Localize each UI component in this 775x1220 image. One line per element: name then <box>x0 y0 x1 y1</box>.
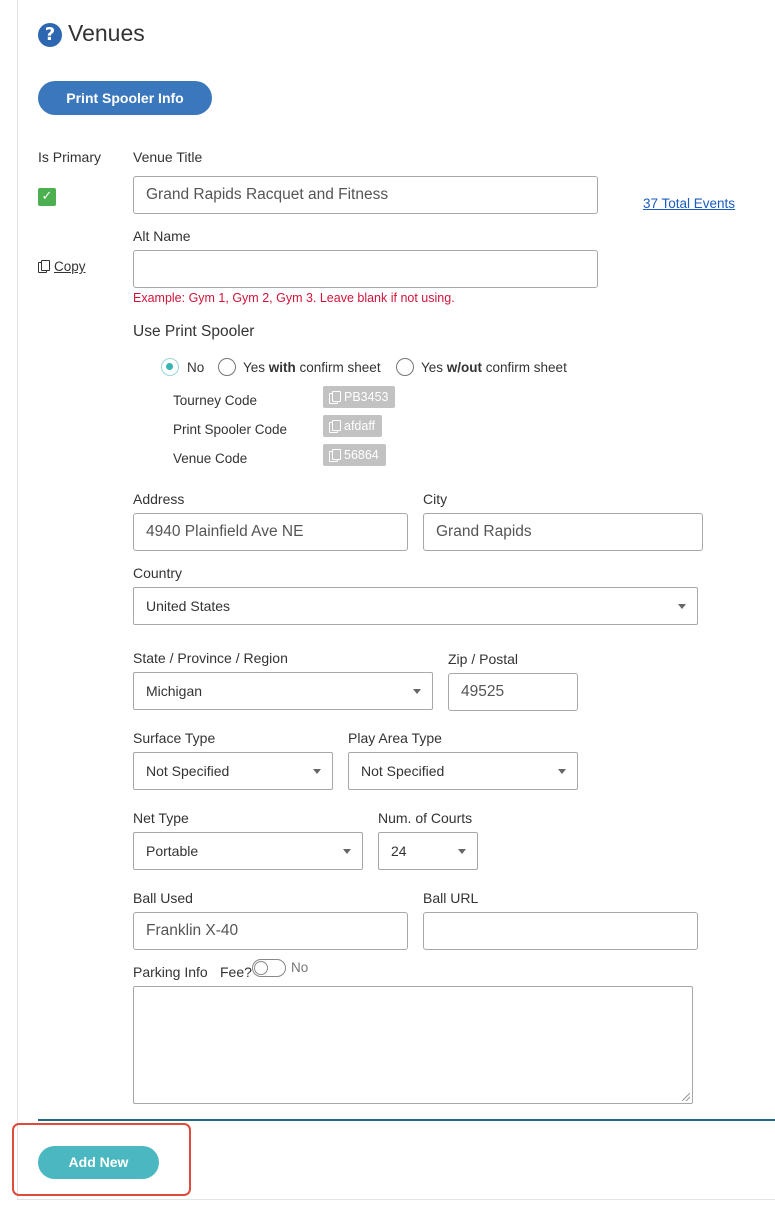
page-title: Venues <box>68 20 145 46</box>
section-divider <box>38 1119 775 1121</box>
print-spooler-heading: Use Print Spooler <box>133 323 255 340</box>
is-primary-checkbox[interactable]: ✓ <box>38 188 56 206</box>
chevron-down-icon <box>313 769 321 774</box>
surface-type-value: Not Specified <box>146 763 230 779</box>
venue-code-label: Venue Code <box>173 451 248 466</box>
play-area-type-select[interactable]: Not Specified <box>348 752 578 790</box>
chevron-down-icon <box>558 769 566 774</box>
alt-name-label: Alt Name <box>133 228 191 244</box>
state-select[interactable]: Michigan <box>133 672 433 710</box>
parking-info-label: Parking Info <box>133 964 208 980</box>
tourney-code-label: Tourney Code <box>173 393 258 408</box>
chevron-down-icon <box>678 604 686 609</box>
ball-url-input[interactable] <box>423 912 698 950</box>
radio-spooler-no[interactable] <box>161 358 179 376</box>
print-spooler-info-button[interactable]: Print Spooler Info <box>38 81 212 115</box>
net-type-select[interactable]: Portable <box>133 832 363 870</box>
chevron-down-icon <box>343 849 351 854</box>
question-circle-icon[interactable]: ? <box>38 23 62 47</box>
alt-name-hint: Example: Gym 1, Gym 2, Gym 3. Leave blan… <box>133 291 455 305</box>
num-courts-select[interactable]: 24 <box>378 832 478 870</box>
zip-input[interactable]: 49525 <box>448 673 578 711</box>
is-primary-label: Is Primary <box>38 149 101 165</box>
copy-label: Copy <box>54 259 86 274</box>
chevron-down-icon <box>458 849 466 854</box>
radio-spooler-without-confirm[interactable] <box>396 358 414 376</box>
city-label: City <box>423 491 448 507</box>
fee-state-label: No <box>291 960 309 975</box>
state-select-value: Michigan <box>146 683 203 699</box>
fee-label: Fee? <box>220 964 252 980</box>
venue-title-label: Venue Title <box>133 149 203 165</box>
country-select[interactable]: United States <box>133 587 698 625</box>
surface-type-label: Surface Type <box>133 730 216 746</box>
copy-icon <box>38 260 50 273</box>
copy-icon <box>329 390 341 404</box>
num-courts-label: Num. of Courts <box>378 810 473 826</box>
copy-icon <box>329 448 341 462</box>
venue-title-input[interactable]: Grand Rapids Racquet and Fitness <box>133 176 598 214</box>
country-select-value: United States <box>146 598 231 614</box>
fee-toggle[interactable] <box>252 959 286 977</box>
address-input[interactable]: 4940 Plainfield Ave NE <box>133 513 408 551</box>
ball-used-input[interactable]: Franklin X-40 <box>133 912 408 950</box>
page-bottom-border <box>17 1199 775 1200</box>
copy-icon <box>329 419 341 433</box>
play-area-type-value: Not Specified <box>361 763 445 779</box>
net-type-value: Portable <box>146 843 199 859</box>
state-label: State / Province / Region <box>133 650 288 666</box>
tourney-code-chip[interactable]: PB3453 <box>323 386 396 408</box>
radio-spooler-without-confirm-label: Yes w/out confirm sheet <box>421 360 567 375</box>
copy-venue-link[interactable]: Copy <box>38 259 86 274</box>
surface-type-select[interactable]: Not Specified <box>133 752 333 790</box>
radio-spooler-no-label: No <box>187 360 205 375</box>
resize-handle-icon[interactable] <box>682 1093 690 1101</box>
zip-label: Zip / Postal <box>448 651 519 667</box>
country-label: Country <box>133 565 183 581</box>
total-events-link[interactable]: 37 Total Events <box>643 196 735 211</box>
print-spooler-code-label: Print Spooler Code <box>173 422 288 437</box>
page-left-border <box>17 0 18 1200</box>
net-type-label: Net Type <box>133 810 189 826</box>
play-area-type-label: Play Area Type <box>348 730 442 746</box>
ball-url-label: Ball URL <box>423 890 479 906</box>
radio-spooler-with-confirm[interactable] <box>218 358 236 376</box>
chevron-down-icon <box>413 689 421 694</box>
venue-code-chip[interactable]: 56864 <box>323 444 386 466</box>
city-input[interactable]: Grand Rapids <box>423 513 703 551</box>
ball-used-label: Ball Used <box>133 890 193 906</box>
num-courts-value: 24 <box>391 843 407 859</box>
alt-name-input[interactable] <box>133 250 598 288</box>
fee-toggle-knob <box>254 961 268 975</box>
add-new-button[interactable]: Add New <box>38 1146 159 1179</box>
radio-spooler-with-confirm-label: Yes with confirm sheet <box>243 360 381 375</box>
print-spooler-code-chip[interactable]: afdaff <box>323 415 383 437</box>
parking-info-textarea[interactable] <box>133 986 693 1104</box>
address-label: Address <box>133 491 185 507</box>
